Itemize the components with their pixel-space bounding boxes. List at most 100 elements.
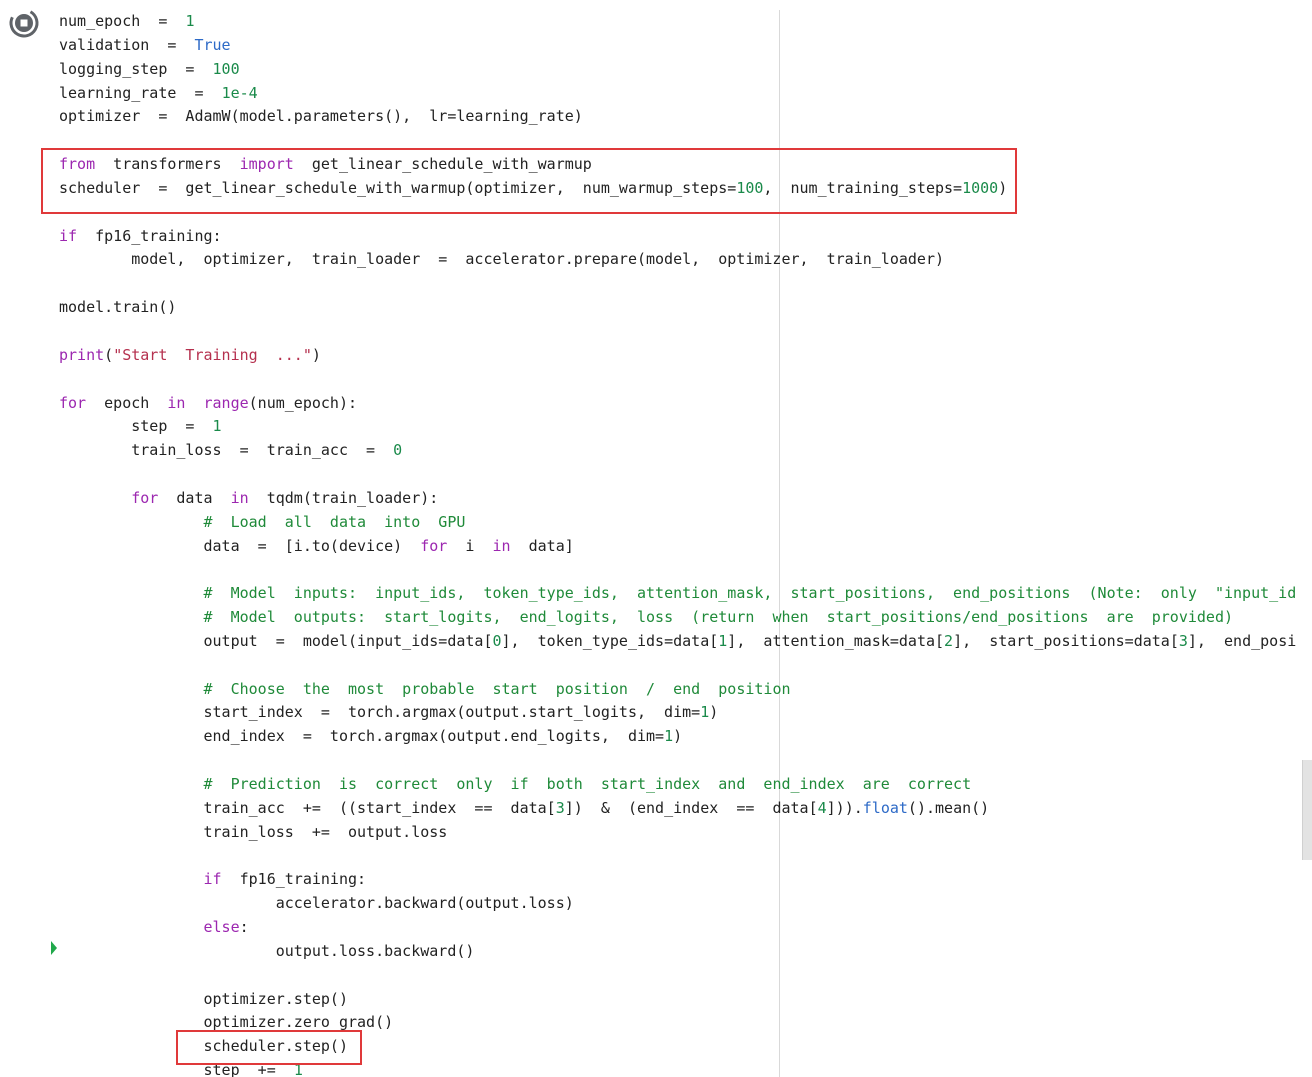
code-token: 1 [185,12,195,30]
code-token: i [447,536,493,555]
code-token: start_index = torch.argmax(output.start_… [59,703,701,722]
code-token: range [203,393,249,412]
scrollbar-thumb[interactable] [1302,760,1312,860]
code-line: # Model outputs: start_logits, end_logit… [59,606,1296,630]
code-token: # Prediction is correct only if both sta… [203,775,972,793]
code-token: 3 [1178,631,1188,650]
code-token: ], token_type_ids=data[ [501,631,719,650]
code-line: else: [59,916,1296,940]
code-line: for data in tqdm(train_loader): [59,487,1296,511]
code-token: 0 [393,441,403,460]
code-token: ], start_positions=data[ [953,631,1179,650]
code-token: accelerator.backward(output.loss) [59,894,574,913]
code-token: output = model(input_ids=data[ [59,631,493,650]
code-token: 1 [664,727,674,746]
code-token: in [492,536,511,555]
execution-marker-icon [51,941,57,955]
code-token: logging_step = [59,59,213,78]
code-line: print("Start Training ...") [59,344,1296,368]
code-line: validation = True [59,34,1296,58]
code-token: "Start Training ..." [113,345,312,364]
code-token: : [239,918,249,937]
code-line: start_index = torch.argmax(output.start_… [59,701,1296,725]
code-token: ( [104,345,114,364]
code-token: for [131,488,159,507]
code-token: ) [709,703,719,722]
code-token: 2 [944,631,954,650]
code-line: logging_step = 100 [59,58,1296,82]
code-token: # Load all data into GPU [203,512,466,531]
code-cell[interactable]: num_epoch = 1 validation = True logging_st… [0,0,1300,1077]
code-token: step = [59,417,213,436]
code-token: # Choose the most probable start positio… [203,679,791,698]
code-token: 3 [555,798,565,817]
code-token: data [158,488,231,507]
code-token: for [59,393,87,412]
code-line: output.loss.backward() [59,940,1296,964]
code-line: # Load all data into GPU [59,511,1296,535]
code-token: optimizer = AdamW(model.parameters(), lr… [59,107,583,126]
highlight-box-scheduler-import [41,148,1017,214]
code-line: accelerator.backward(output.loss) [59,892,1296,916]
code-token: data] [510,536,574,555]
stop-icon [9,8,39,38]
code-line: train_loss += output.loss [59,821,1296,845]
code-line: optimizer = AdamW(model.parameters(), lr… [59,105,1296,129]
scrollbar-track[interactable] [1300,0,1312,1077]
code-token: epoch [86,393,168,412]
code-token: ]) & (end_index == data[ [564,798,818,817]
code-token: True [194,35,231,54]
code-line: if fp16_training: [59,225,1296,249]
code-token: fp16_training: [77,226,222,245]
run-stop-button[interactable] [8,7,40,39]
code-line: output = model(input_ids=data[0], token_… [59,630,1296,654]
code-token: (num_epoch): [248,393,358,412]
code-line: num_epoch = 1 [59,10,1296,34]
code-line: step = 1 [59,415,1296,439]
code-token: num_epoch = [59,12,186,30]
code-token: validation = [59,35,195,54]
code-token: fp16_training: [221,870,367,889]
code-token: train_acc += ((start_index == data[ [59,798,556,817]
code-token: model, optimizer, train_loader = acceler… [59,250,945,269]
code-line: # Model inputs: input_ids, token_type_id… [59,582,1297,606]
code-line: learning_rate = 1e-4 [59,82,1296,106]
code-token: float [862,798,908,817]
code-token: else [203,918,240,937]
code-token: model.train() [59,298,177,317]
code-line: train_acc += ((start_index == data[3]) &… [59,797,1296,821]
code-token: ) [311,345,321,364]
code-line: train_loss = train_acc = 0 [59,439,1296,463]
code-line: model.train() [59,296,1296,320]
code-token: ().mean() [907,798,990,817]
code-token: 4 [817,798,827,817]
code-token: for [420,536,448,555]
code-token: 0 [492,631,502,650]
code-token: ], attention_mask=data[ [727,631,945,650]
code-token: ])). [826,798,863,817]
code-token: # Model inputs: input_ids, token_type_id… [203,584,1297,603]
code-line: if fp16_training: [59,868,1296,892]
code-token: data = [i.to(device) [59,536,421,555]
code-token: learning_rate = [59,83,222,102]
code-token: in [230,488,249,507]
code-token: 100 [212,59,240,78]
code-token: if [203,870,222,889]
code-token: train_loss = train_acc = [59,441,394,460]
code-line: # Prediction is correct only if both sta… [59,773,1296,797]
code-token: output.loss.backward() [59,941,475,960]
code-token: train_loss += output.loss [59,822,448,841]
code-token: end_index = torch.argmax(output.end_logi… [59,727,665,746]
code-token: optimizer.step() [59,989,348,1008]
